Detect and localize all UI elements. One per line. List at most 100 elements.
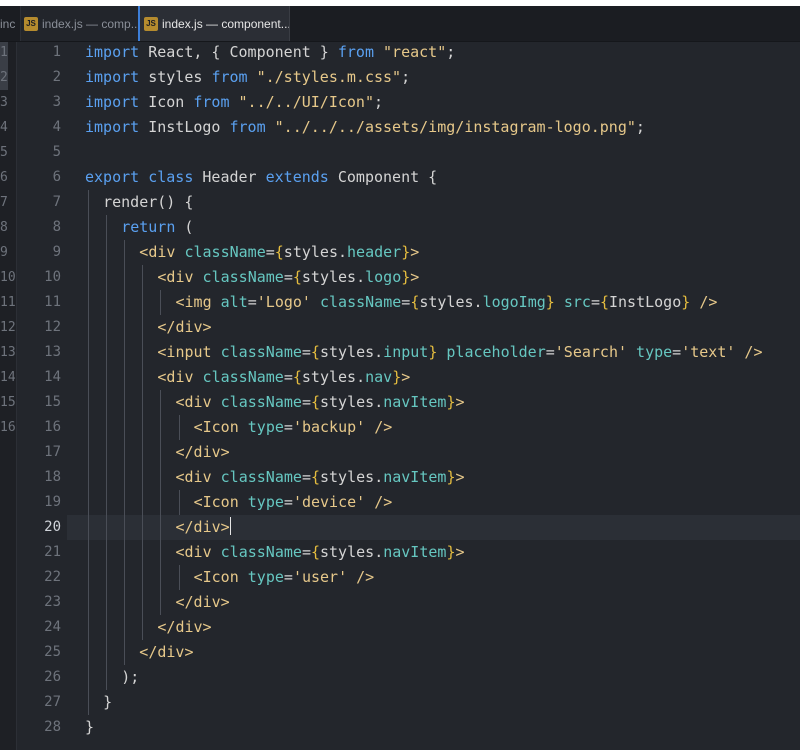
line-number: 7 (52, 194, 61, 210)
code-token: InstLogo (139, 118, 230, 136)
code-token: > (455, 393, 465, 411)
code-token: styles (283, 243, 338, 261)
code-line: <div className={styles.navItem}> (176, 390, 465, 415)
code-line: <div className={styles.navItem}> (176, 465, 465, 490)
code-token: } (681, 293, 691, 311)
code-editor[interactable]: 1 2 3 4 5 6 7 8 9 10 11 12 13 14 15 16 17 18 19 20 21 22 23 24 2… (17, 42, 800, 750)
code-token: className (220, 543, 302, 561)
code-token: = (301, 393, 311, 411)
code-token: . (337, 243, 348, 261)
code-token: } (392, 368, 402, 386)
line-number: 12 (44, 319, 61, 335)
code-token: <div (175, 543, 212, 561)
left-editor-pane[interactable]: 1 2 3 4 5 6 7 8 9 10 11 12 13 14 15 16 (0, 42, 17, 750)
code-token: . (374, 343, 384, 361)
left-pane-line-number-text: 13 (0, 345, 15, 360)
tab-partial[interactable]: inc (0, 6, 20, 41)
code-token: alt (220, 293, 248, 311)
code-token: styles (320, 393, 375, 411)
code-token: header (347, 243, 402, 261)
line-number: 5 (52, 144, 61, 160)
code-token: . (374, 543, 384, 561)
code-token: extends (265, 168, 329, 186)
code-token: export (85, 168, 140, 186)
code-token: <Icon (193, 568, 239, 586)
code-token: </div> (157, 318, 212, 336)
code-token: "../../../assets/img/instagram-logo.png" (265, 118, 636, 136)
left-pane-line-number-text: 12 (0, 320, 15, 335)
code-line: export class Header extends Component { (85, 165, 437, 190)
code-token: </div> (175, 593, 230, 611)
tab-index-js-component-active[interactable]: JS index.js — component... (138, 6, 290, 41)
code-token: } (85, 718, 95, 736)
left-pane-line-number: 16 (0, 415, 15, 440)
line-number: 17 (44, 444, 61, 460)
tab-title: index.js — comp... (42, 16, 138, 31)
code-token: from (337, 43, 374, 61)
left-pane-line-number: 8 (0, 215, 15, 240)
code-token: <div (175, 468, 212, 486)
line-number: 1 (52, 44, 61, 60)
code-token: </div> (157, 618, 212, 636)
code-token: </div> (175, 518, 230, 536)
code-token: from (211, 68, 248, 86)
code-line: <Icon type='device' /> (194, 490, 393, 515)
code-token: <Icon (193, 493, 239, 511)
code-token: </div> (175, 443, 230, 461)
left-pane-line-number: 14 (0, 365, 15, 390)
left-pane-line-number: 1 (0, 42, 15, 65)
code-token: styles (301, 268, 357, 286)
left-pane-line-number-text: 1 (0, 42, 8, 65)
code-line: </div> (157, 315, 211, 340)
left-pane-line-number-text: 3 (0, 95, 8, 110)
code-token: = (283, 568, 293, 586)
line-number: 21 (44, 544, 61, 560)
left-pane-line-number: 10 (0, 265, 15, 290)
code-token: type (636, 343, 673, 361)
code-token: styles (419, 293, 474, 311)
indent-guide (160, 290, 162, 315)
code-token: "./styles.m.css" (247, 68, 402, 86)
code-token: import (85, 68, 140, 86)
code-token: navItem (383, 468, 447, 486)
code-token: = (401, 293, 411, 311)
code-token: /> (356, 568, 375, 586)
code-token: ( (175, 218, 194, 236)
code-token: { (292, 268, 302, 286)
code-token: logoImg (482, 293, 546, 311)
code-line: } (85, 715, 94, 740)
code-token: logo (365, 268, 402, 286)
left-pane-line-number-text: 7 (0, 195, 8, 210)
tab-index-js-comp[interactable]: JS index.js — comp... (20, 6, 138, 41)
code-token: } (428, 343, 438, 361)
tab-title: index.js — component... (162, 16, 290, 31)
code-token: nav (365, 368, 393, 386)
code-line: } (103, 690, 112, 715)
code-token: className (220, 343, 302, 361)
left-pane-line-number-text: 5 (0, 145, 8, 160)
left-pane-line-number-text: 4 (0, 120, 8, 135)
code-token: className (320, 293, 402, 311)
line-number: 16 (44, 419, 61, 435)
code-token: { (310, 468, 320, 486)
left-pane-line-number: 7 (0, 190, 15, 215)
code-line: import InstLogo from "../../../assets/im… (85, 115, 645, 140)
current-line-highlight (17, 515, 800, 540)
indent-guide (160, 390, 162, 615)
code-token: ; (635, 118, 645, 136)
code-token: > (455, 468, 465, 486)
code-token: ); (121, 668, 140, 686)
code-token: className (220, 393, 302, 411)
text-caret (229, 517, 232, 535)
tab-bar-empty-area (290, 6, 800, 41)
code-token: <div (139, 243, 176, 261)
code-token: /> (374, 418, 393, 436)
code-token: 'backup' (292, 418, 366, 436)
code-token: from (193, 93, 230, 111)
